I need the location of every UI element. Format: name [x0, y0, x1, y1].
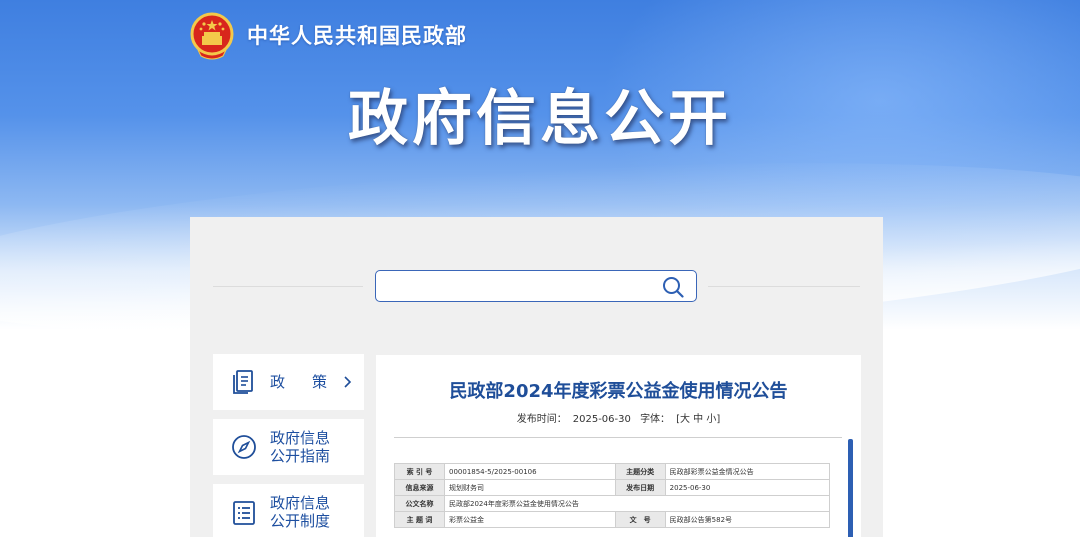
search-input[interactable]	[384, 275, 654, 297]
article-title: 民政部2024年度彩票公益金使用情况公告	[449, 381, 788, 402]
table-key: 信息来源	[394, 479, 445, 496]
sidebar-item-label-line2: 公开指南	[270, 447, 331, 465]
table-key: 主题分类	[614, 463, 666, 480]
table-value: 00001854-5/2025-00106	[444, 463, 616, 480]
table-row: 主 题 词 彩票公益金 文 号 民政部公告第582号	[394, 511, 831, 528]
table-value: 民政部公告第582号	[664, 511, 831, 528]
search-divider-left	[213, 286, 363, 287]
sidebar-item-label-line1: 政府信息	[270, 429, 331, 447]
sidebar-item-label-line1: 政府信息	[270, 494, 331, 512]
table-row: 索 引 号 00001854-5/2025-00106 主题分类 民政部彩票公益…	[394, 463, 831, 480]
table-value: 彩票公益金	[444, 511, 616, 528]
article-card: 民政部2024年度彩票公益金使用情况公告 发布时间： 2025-06-30 字体：…	[376, 355, 861, 537]
table-key: 公文名称	[394, 495, 445, 512]
chevron-right-icon	[344, 376, 352, 388]
article-meta: 发布时间： 2025-06-30 字体： [大 中 小]	[376, 410, 861, 425]
table-key: 文 号	[614, 511, 666, 528]
table-key: 索 引 号	[394, 463, 445, 480]
compass-icon	[232, 435, 256, 459]
sidebar-item-label-line2: 公开制度	[270, 512, 331, 530]
article-divider	[394, 437, 842, 438]
table-value: 规划财务司	[444, 479, 616, 496]
sidebar-item-policy[interactable]: 政 策	[213, 354, 364, 410]
table-value: 民政部彩票公益金情况公告	[664, 463, 831, 480]
publish-label: 发布时间：	[516, 414, 567, 425]
font-size-toggle[interactable]: [大 中 小]	[676, 414, 720, 425]
ministry-name[interactable]: 中华人民共和国民政部	[247, 20, 467, 50]
list-icon	[233, 501, 255, 525]
font-size-label: 字体：	[640, 414, 671, 425]
info-table: 索 引 号 00001854-5/2025-00106 主题分类 民政部彩票公益…	[394, 463, 831, 528]
sidebar-item-disclosure-guide[interactable]: 政府信息 公开指南	[213, 419, 364, 475]
table-key: 发布日期	[614, 479, 666, 496]
scrollbar[interactable]	[848, 439, 853, 537]
table-value: 2025-06-30	[664, 479, 831, 496]
page-title: 政府信息公开	[348, 84, 732, 154]
document-icon	[233, 370, 253, 394]
table-value: 民政部2024年度彩票公益金使用情况公告	[444, 495, 830, 512]
table-row: 信息来源 规划财务司 发布日期 2025-06-30	[394, 479, 831, 496]
publish-date: 2025-06-30	[572, 414, 631, 425]
sidebar-item-label: 政 策	[270, 373, 334, 391]
sidebar-item-disclosure-system[interactable]: 政府信息 公开制度	[213, 484, 364, 537]
table-row: 公文名称 民政部2024年度彩票公益金使用情况公告	[394, 495, 830, 512]
search-divider-right	[708, 286, 860, 287]
search-icon[interactable]	[662, 276, 684, 298]
search-box[interactable]	[375, 270, 697, 302]
table-key: 主 题 词	[394, 511, 445, 528]
national-emblem-icon[interactable]	[190, 12, 234, 60]
